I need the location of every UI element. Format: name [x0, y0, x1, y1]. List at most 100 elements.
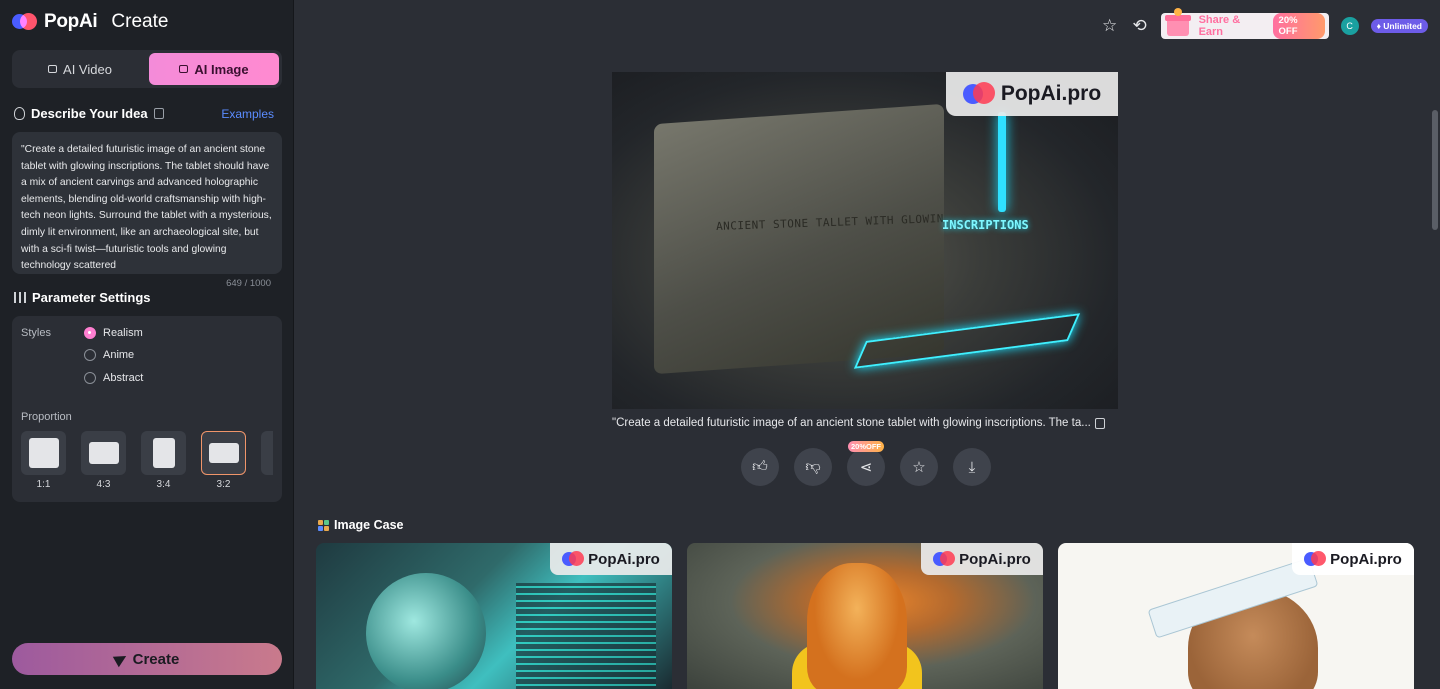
robot-illustration: [366, 573, 486, 689]
download-icon: ⤓: [968, 458, 976, 476]
radio-icon: [84, 349, 96, 361]
brand-section-title: Create: [111, 11, 169, 32]
popai-logo-icon: [12, 12, 38, 32]
ratio-option-more[interactable]: [261, 431, 273, 475]
thumbs-down-icon: 👎︎: [805, 458, 821, 475]
favorite-button[interactable]: ☆: [900, 448, 938, 486]
ratio-preview: [261, 431, 273, 475]
radio-selected-icon: [84, 327, 96, 339]
parameter-settings-header: Parameter Settings: [14, 290, 151, 305]
brand[interactable]: PopAi Create: [12, 10, 168, 34]
idea-textarea[interactable]: "Create a detailed futuristic image of a…: [12, 132, 282, 274]
download-button[interactable]: ⤓: [953, 448, 991, 486]
send-icon: [112, 650, 129, 668]
avatar[interactable]: C: [1340, 17, 1359, 35]
style-option-abstract[interactable]: Abstract: [84, 372, 143, 384]
ai-video-label: AI Video: [63, 61, 112, 77]
plan-badge[interactable]: ♦ Unlimited: [1370, 19, 1428, 33]
ratio-option-1-1[interactable]: 1:1: [21, 431, 66, 490]
ratio-preview: [21, 431, 66, 475]
watermark-text: PopAi.pro: [1000, 82, 1102, 105]
image-case-card[interactable]: PopAi.pro: [1058, 543, 1414, 689]
video-icon: [48, 65, 58, 73]
like-button[interactable]: 👍︎: [741, 448, 779, 486]
create-button-label: Create: [132, 650, 180, 668]
ratio-option-3-2[interactable]: 3:2: [201, 431, 246, 490]
ratio-preview: [141, 431, 186, 475]
dislike-button[interactable]: 👎︎: [794, 448, 832, 486]
popai-logo-icon: [962, 82, 995, 106]
image-case-header: Image Case: [318, 518, 403, 532]
generated-image[interactable]: ANCIENT STONE TALLET WITH GLOWIN INSCRIP…: [612, 72, 1118, 409]
watermark: PopAi.pro: [946, 72, 1118, 116]
neon-pillar-illustration: [998, 112, 1006, 212]
proportion-label: Proportion: [21, 411, 72, 423]
image-caption: "Create a detailed futuristic image of a…: [612, 417, 1118, 429]
scrollbar[interactable]: [1430, 50, 1440, 689]
topbar-actions: ☆ ⟲ Share & Earn 20% OFF C ♦ Unlimited: [1101, 8, 1428, 42]
share-earn-label: Share & Earn: [1198, 14, 1241, 38]
watermark-text: PopAi.pro: [588, 550, 660, 568]
ai-video-tab[interactable]: AI Video: [15, 53, 145, 85]
style-label: Realism: [103, 327, 143, 339]
describe-title-text: Describe Your Idea: [31, 106, 148, 121]
cyber-screen-illustration: [516, 583, 656, 689]
ratio-preview: [81, 431, 126, 475]
image-case-card[interactable]: PopAi.pro: [316, 543, 672, 689]
image-icon: [179, 65, 189, 73]
ratio-label: 3:2: [216, 479, 231, 490]
mode-toggle: AI Video AI Image: [12, 50, 282, 88]
discount-badge: 20% OFF: [1272, 13, 1325, 39]
result-actions: 👍︎ 👎︎ 20%OFF ⋖ ☆ ⤓: [741, 441, 991, 486]
thumbs-up-icon: 👍︎: [752, 458, 768, 475]
neon-inscription-text: INSCRIPTIONS: [942, 218, 1029, 232]
style-option-anime[interactable]: Anime: [84, 349, 134, 361]
gallery-icon: [318, 519, 329, 531]
ratio-option-4-3[interactable]: 4:3: [81, 431, 126, 490]
lightbulb-icon: [14, 107, 25, 120]
ratio-label: 3:4: [156, 479, 171, 490]
parameter-panel: Styles Realism Anime Abstract Proportion…: [12, 316, 282, 502]
watermark-text: PopAi.pro: [1330, 550, 1402, 568]
sliders-icon: [14, 292, 26, 303]
describe-header: Describe Your Idea Examples: [14, 106, 274, 121]
image-case-card[interactable]: PopAi.pro: [687, 543, 1043, 689]
ratio-option-3-4[interactable]: 3:4: [141, 431, 186, 490]
share-icon: ⋖: [859, 459, 873, 476]
examples-link[interactable]: Examples: [221, 107, 274, 121]
caption-text: "Create a detailed futuristic image of a…: [612, 417, 1091, 429]
brand-name: PopAi: [44, 11, 98, 32]
star-icon[interactable]: ☆: [1101, 16, 1119, 35]
style-option-realism[interactable]: Realism: [84, 327, 143, 339]
stone-tablet-illustration: [654, 103, 944, 375]
plan-badge-label: Unlimited: [1383, 21, 1422, 31]
copy-icon[interactable]: [153, 108, 164, 119]
watermark: PopAi.pro: [921, 543, 1043, 575]
popai-logo-icon: [562, 550, 585, 568]
share-earn-button[interactable]: Share & Earn 20% OFF: [1160, 8, 1329, 39]
describe-title: Describe Your Idea: [14, 106, 164, 121]
watermark: PopAi.pro: [1292, 543, 1414, 575]
watermark-text: PopAi.pro: [959, 550, 1031, 568]
ai-image-label: AI Image: [194, 61, 249, 77]
parameter-settings-title: Parameter Settings: [32, 290, 151, 305]
watermark: PopAi.pro: [550, 543, 672, 575]
image-case-title: Image Case: [334, 518, 404, 532]
copy-icon[interactable]: [1094, 417, 1105, 429]
styles-label: Styles: [21, 327, 51, 339]
ratio-label: 1:1: [36, 479, 51, 490]
char-count: 649 / 1000: [226, 278, 271, 289]
star-icon: ☆: [912, 459, 926, 476]
share-discount-badge: 20%OFF: [848, 441, 885, 452]
create-button[interactable]: Create: [12, 643, 282, 675]
ratio-label: 4:3: [96, 479, 111, 490]
share-button[interactable]: 20%OFF ⋖: [847, 441, 885, 486]
history-icon[interactable]: ⟲: [1131, 16, 1149, 35]
popai-logo-icon: [933, 550, 956, 568]
radio-icon: [84, 372, 96, 384]
sidebar: PopAi Create AI Video AI Image Describe …: [0, 0, 294, 689]
popai-logo-icon: [1304, 550, 1327, 568]
scrollbar-thumb[interactable]: [1432, 110, 1438, 230]
ratio-preview: [201, 431, 246, 475]
ai-image-tab[interactable]: AI Image: [149, 53, 279, 85]
